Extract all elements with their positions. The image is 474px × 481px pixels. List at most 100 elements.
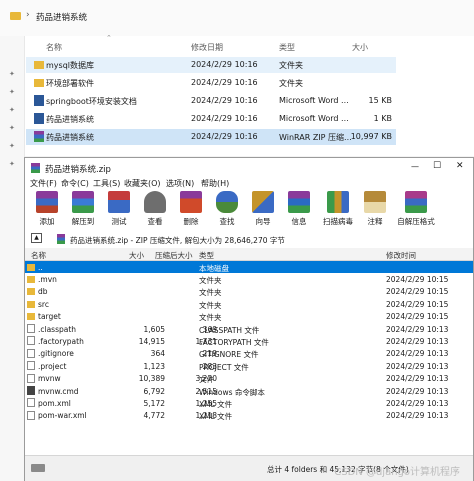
info-label: 信息: [291, 217, 307, 226]
archive-row[interactable]: mvnw 10,389 3,220 文件 2024/2/29 10:13: [25, 373, 473, 385]
archive-row[interactable]: mvnw.cmd 6,792 2,515 Windows 命令脚本 2024/2/29 …: [25, 385, 473, 397]
file-name: 环境部署软件: [46, 79, 94, 88]
archive-file-size: 10,389: [138, 374, 165, 384]
comment-button[interactable]: 注释: [358, 191, 392, 229]
file-name: mysql数据库: [46, 61, 94, 70]
scan-virus-icon: [327, 191, 349, 213]
file-modified: 2024/2/29 10:16: [191, 78, 258, 87]
info-icon: [288, 191, 310, 213]
archive-file-modified: 2024/2/29 10:13: [386, 336, 449, 346]
folder-icon: [27, 275, 35, 283]
sort-chevron-icon: ⌃: [106, 34, 112, 42]
pin-icon[interactable]: ✦: [9, 88, 15, 96]
up-folder-icon[interactable]: ▲: [31, 233, 42, 243]
breadcrumb[interactable]: 药品进销系统: [36, 11, 87, 23]
delete-button[interactable]: 删除: [174, 191, 208, 229]
wizard-button[interactable]: 向导: [246, 191, 280, 229]
test-label: 测试: [111, 217, 127, 226]
winrar-archive-icon: [34, 131, 44, 142]
sfx-button[interactable]: 自解压格式: [394, 191, 438, 229]
comment-label: 注释: [367, 217, 383, 226]
file-size: 15 KB: [368, 96, 392, 105]
winrar-address-bar[interactable]: ▲ 药品进销系统.zip - ZIP 压缩文件, 解包大小为 28,646,27…: [25, 230, 473, 249]
file-modified: 2024/2/29 10:16: [191, 60, 258, 69]
column-header-name[interactable]: 名称: [31, 250, 46, 261]
archive-file-name: .classpath: [38, 324, 77, 334]
archive-row[interactable]: target 文件夹 2024/2/29 10:15: [25, 311, 473, 323]
archive-file-name: db: [38, 287, 48, 297]
menu-options[interactable]: 选项(N): [166, 178, 194, 189]
file-row[interactable]: mysql数据库 2024/2/29 10:16 文件夹: [26, 57, 396, 73]
archive-file-modified: 2024/2/29 10:13: [386, 324, 449, 334]
breadcrumb-separator: ›: [26, 10, 30, 20]
column-header-name[interactable]: 名称: [46, 42, 62, 53]
file-row[interactable]: 环境部署软件 2024/2/29 10:16 文件夹: [26, 75, 396, 91]
pin-icon[interactable]: ✦: [9, 142, 15, 150]
menu-command[interactable]: 命令(C): [61, 178, 89, 189]
column-header-size[interactable]: 大小: [352, 42, 368, 53]
explorer-address-bar[interactable]: › 药品进销系统: [0, 0, 474, 37]
file-type: 文件夹: [279, 61, 303, 70]
window-title: 药品进销系统.zip: [45, 165, 111, 175]
column-header-packed[interactable]: 压缩后大小: [155, 250, 193, 261]
archive-row[interactable]: pom-war.xml 4,772 1,218 XML 文件 2024/2/29 10:…: [25, 410, 473, 422]
archive-path: 药品进销系统.zip - ZIP 压缩文件, 解包大小为 28,646,270 …: [70, 236, 285, 245]
archive-file-modified: 2024/2/29 10:15: [386, 287, 449, 297]
file-row[interactable]: 药品进销系统 2024/2/29 10:16 WinRAR ZIP 压缩... …: [26, 129, 396, 145]
archive-file-type: 文件夹: [199, 313, 222, 323]
file-row[interactable]: springboot环境安装文档 2024/2/29 10:16 Microso…: [26, 93, 396, 109]
column-header-size[interactable]: 大小: [129, 250, 144, 261]
archive-row[interactable]: pom.xml 5,172 1,255 XML 文件 2024/2/29 10:13: [25, 397, 473, 409]
archive-file-modified: 2024/2/29 10:15: [386, 274, 449, 284]
archive-row[interactable]: .mvn 文件夹 2024/2/29 10:15: [25, 273, 473, 285]
archive-file-name: .factorypath: [38, 336, 84, 346]
add-archive-icon: [36, 191, 58, 213]
winrar-title-bar[interactable]: 药品进销系统.zip — ☐ ✕: [25, 158, 473, 177]
file-name: springboot环境安装文档: [46, 97, 137, 106]
column-header-modified[interactable]: 修改时间: [386, 250, 416, 261]
menu-tools[interactable]: 工具(S): [93, 178, 120, 189]
archive-file-modified: 2024/2/29 10:13: [386, 349, 449, 359]
file-type: Microsoft Word ...: [279, 96, 349, 105]
archive-row[interactable]: .classpath 1,605 369 CLASSPATH 文件 2024/2/29 …: [25, 323, 473, 335]
extract-to-button[interactable]: 解压到: [66, 191, 100, 229]
view-button[interactable]: 查看: [138, 191, 172, 229]
minimize-button[interactable]: —: [411, 162, 419, 171]
pin-icon[interactable]: ✦: [9, 106, 15, 114]
file-icon: [27, 361, 35, 371]
archive-file-name: mvnw: [38, 374, 61, 384]
archive-file-type: 文件夹: [199, 275, 222, 285]
word-doc-icon: [34, 95, 44, 106]
archive-file-modified: 2024/2/29 10:13: [386, 411, 449, 421]
add-button[interactable]: 添加: [30, 191, 64, 229]
archive-file-modified: 2024/2/29 10:15: [386, 312, 449, 322]
menu-file[interactable]: 文件(F): [30, 178, 57, 189]
folder-icon: [10, 12, 21, 20]
pin-icon[interactable]: ✦: [9, 160, 15, 168]
archive-file-type: CLASSPATH 文件: [199, 325, 260, 335]
test-button[interactable]: 测试: [102, 191, 136, 229]
archive-row[interactable]: .gitignore 364 219 GITIGNORE 文件 2024/2/29 10…: [25, 348, 473, 360]
archive-row[interactable]: .. 本地磁盘: [25, 261, 473, 274]
scan-virus-button[interactable]: 扫描病毒: [318, 191, 358, 229]
pin-icon[interactable]: ✦: [9, 124, 15, 132]
file-row[interactable]: 药品进销系统 2024/2/29 10:16 Microsoft Word ..…: [26, 111, 396, 127]
pin-icon[interactable]: ✦: [9, 70, 15, 78]
column-header-type[interactable]: 类型: [279, 42, 295, 53]
column-header-modified[interactable]: 修改日期: [191, 42, 223, 53]
column-header-type[interactable]: 类型: [199, 250, 214, 261]
archive-row[interactable]: db 文件夹 2024/2/29 10:15: [25, 286, 473, 298]
archive-row[interactable]: .factorypath 14,915 1,731 FACTORYPATH 文件 202…: [25, 335, 473, 347]
close-button[interactable]: ✕: [456, 161, 464, 171]
archive-file-size: 1,123: [143, 361, 165, 371]
info-button[interactable]: 信息: [282, 191, 316, 229]
archive-file-size: 6,792: [143, 386, 165, 396]
explorer-sidebar: ✦ ✦ ✦ ✦ ✦ ✦: [0, 36, 25, 481]
file-icon: [27, 373, 35, 383]
maximize-button[interactable]: ☐: [433, 161, 441, 171]
menu-help[interactable]: 帮助(H): [201, 178, 229, 189]
menu-favorites[interactable]: 收藏夹(O): [124, 178, 161, 189]
find-button[interactable]: 查找: [210, 191, 244, 229]
archive-row[interactable]: src 文件夹 2024/2/29 10:15: [25, 298, 473, 310]
archive-row[interactable]: .project 1,123 283 PROJECT 文件 2024/2/29 10:1…: [25, 360, 473, 372]
